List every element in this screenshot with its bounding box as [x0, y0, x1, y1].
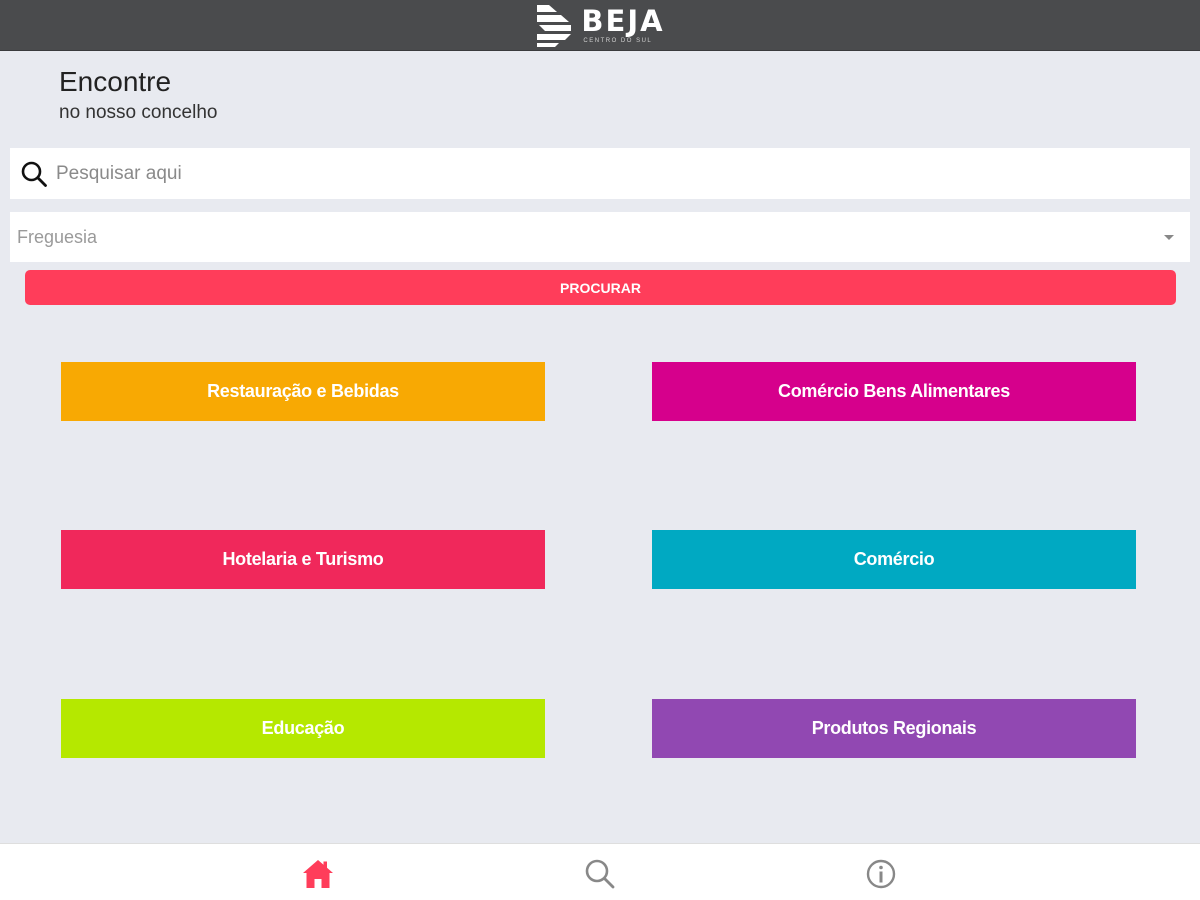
search-bar[interactable] [10, 148, 1190, 199]
bottom-navigation [0, 843, 1200, 900]
parish-select-placeholder: Freguesia [17, 226, 98, 247]
beja-logo[interactable]: BEJA CENTRO DO SUL [535, 2, 664, 48]
page-title: Encontre [59, 66, 172, 97]
nav-home-tab[interactable] [300, 856, 336, 892]
category-produtos-regionais[interactable]: Produtos Regionais [652, 699, 1136, 758]
search-icon [585, 859, 615, 889]
search-icon [21, 161, 47, 187]
logo-subtitle: CENTRO DO SUL [583, 37, 653, 44]
nav-info-tab[interactable] [863, 856, 899, 892]
search-button[interactable]: PROCURAR [25, 270, 1176, 305]
chevron-down-icon [1164, 234, 1174, 240]
logo-text: BEJA CENTRO DO SUL [581, 3, 665, 44]
category-comercio-bens-alimentares[interactable]: Comércio Bens Alimentares [652, 362, 1136, 421]
category-educacao[interactable]: Educação [61, 699, 545, 758]
home-icon [303, 860, 333, 888]
parish-select[interactable]: Freguesia [10, 212, 1190, 262]
category-hotelaria-turismo[interactable]: Hotelaria e Turismo [61, 530, 545, 589]
page-heading: Encontre no nosso concelho [59, 66, 217, 124]
category-restauracao-bebidas[interactable]: Restauração e Bebidas [61, 362, 545, 421]
category-comercio[interactable]: Comércio [652, 530, 1136, 589]
logo-mark-icon [537, 5, 572, 47]
logo-title: BEJA [581, 3, 665, 38]
top-app-bar: BEJA CENTRO DO SUL [0, 0, 1200, 51]
info-icon [866, 859, 896, 889]
page-subtitle: no nosso concelho [59, 102, 218, 123]
nav-search-tab[interactable] [582, 856, 618, 892]
search-input[interactable] [56, 162, 1190, 185]
